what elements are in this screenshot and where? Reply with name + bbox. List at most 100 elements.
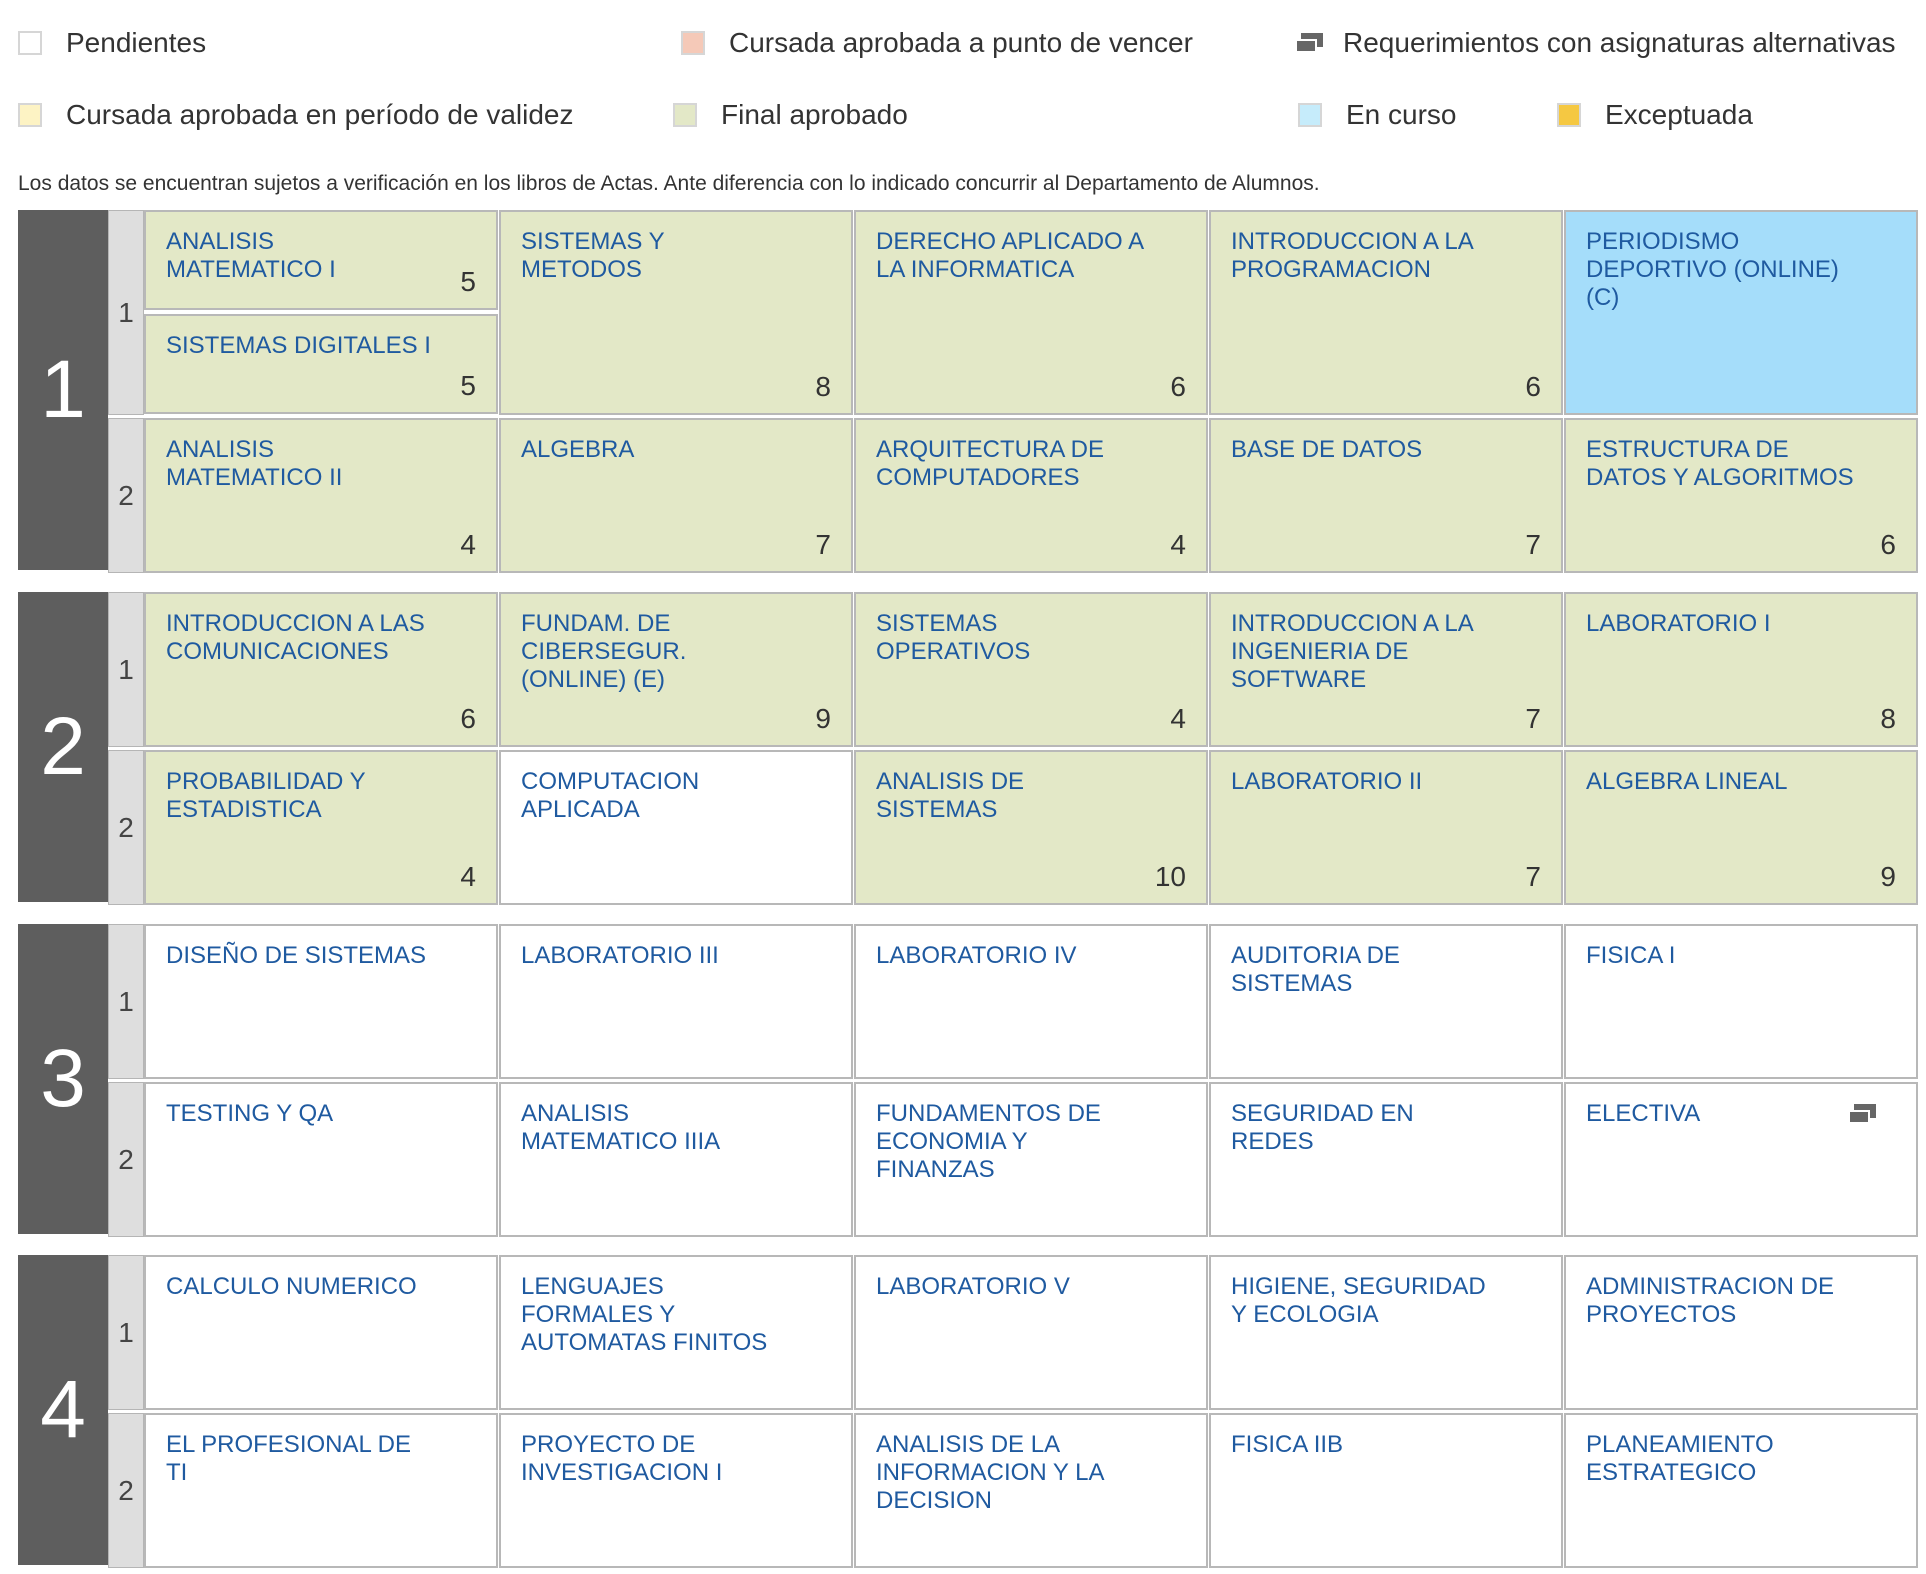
legend-label: Pendientes — [66, 27, 207, 58]
subject-cell[interactable]: FUNDAM. DE CIBERSEGUR. (ONLINE) (E) 9 — [499, 592, 853, 747]
subject-name: ADMINISTRACION DE PROYECTOS — [1586, 1273, 1835, 1328]
subject-name: FUNDAM. DE CIBERSEGUR. (ONLINE) (E) — [521, 610, 687, 693]
subject-name: SEGURIDAD EN REDES — [1231, 1100, 1414, 1155]
subject-cell[interactable]: PLANEAMIENTO ESTRATEGICO — [1564, 1413, 1918, 1568]
swatch-expiring — [681, 31, 705, 55]
subject-credits: 7 — [1525, 529, 1541, 560]
subject-cell[interactable]: ANALISIS MATEMATICO I 5 — [144, 210, 498, 310]
subject-cell[interactable]: ANALISIS DE SISTEMAS 10 — [854, 750, 1208, 905]
disclaimer-text: Los datos se encuentran sujetos a verifi… — [18, 172, 1320, 195]
subject-cell[interactable]: DISEÑO DE SISTEMAS — [144, 924, 498, 1079]
subject-name: EL PROFESIONAL DE TI — [166, 1431, 411, 1486]
legend-expiring: Cursada aprobada a punto de vencer — [681, 23, 1193, 63]
semester-row: 2 ANALISIS MATEMATICO II 4 ALGEBRA 7 ARQUITEC… — [108, 418, 1919, 573]
legend-alternatives: Requerimientos con asignaturas alternati… — [1295, 23, 1896, 63]
subject-cell[interactable]: SEGURIDAD EN REDES — [1209, 1082, 1563, 1237]
subject-cell[interactable]: ADMINISTRACION DE PROYECTOS — [1564, 1255, 1918, 1410]
subject-cell[interactable]: SISTEMAS DIGITALES I 5 — [144, 314, 498, 414]
legend-valid: Cursada aprobada en período de validez — [18, 95, 573, 135]
subject-cell[interactable]: DERECHO APLICADO A LA INFORMATICA 6 — [854, 210, 1208, 415]
subject-cell[interactable]: CALCULO NUMERICO — [144, 1255, 498, 1410]
subject-name: ANALISIS DE SISTEMAS — [876, 768, 1025, 823]
subject-cell[interactable]: ANALISIS MATEMATICO IIIA — [499, 1082, 853, 1237]
subject-cell[interactable]: ESTRUCTURA DE DATOS Y ALGORITMOS 6 — [1564, 418, 1918, 573]
subject-name: ESTRUCTURA DE DATOS Y ALGORITMOS — [1586, 436, 1854, 491]
subject-credits: 5 — [460, 266, 476, 297]
subject-name: LENGUAJES FORMALES Y AUTOMATAS FINITOS — [521, 1273, 768, 1356]
subject-cell[interactable]: FUNDAMENTOS DE ECONOMIA Y FINANZAS — [854, 1082, 1208, 1237]
subject-cell[interactable]: HIGIENE, SEGURIDAD Y ECOLOGIA — [1209, 1255, 1563, 1410]
swatch-pending — [18, 31, 42, 55]
subject-cell[interactable]: FISICA IIB — [1209, 1413, 1563, 1568]
semester-row: 1 ANALISIS MATEMATICO I 5 SISTEMAS DIGITALE… — [108, 210, 1919, 415]
subject-cell[interactable]: LABORATORIO III — [499, 924, 853, 1079]
subject-name: ALGEBRA — [521, 436, 635, 463]
subject-name: LABORATORIO I — [1586, 610, 1771, 637]
subject-credits: 9 — [1880, 861, 1896, 892]
subject-cell[interactable]: LENGUAJES FORMALES Y AUTOMATAS FINITOS — [499, 1255, 853, 1410]
subject-name: FISICA IIB — [1231, 1431, 1344, 1458]
legend-excepted: Exceptuada — [1557, 95, 1753, 135]
subject-cell[interactable]: AUDITORIA DE SISTEMAS — [1209, 924, 1563, 1079]
subject-cell[interactable]: INTRODUCCION A LAS COMUNICACIONES 6 — [144, 592, 498, 747]
semester-row: 1 INTRODUCCION A LAS COMUNICACIONES 6 FUNDA… — [108, 592, 1919, 747]
subject-cell[interactable]: ANALISIS DE LA INFORMACION Y LA DECISION — [854, 1413, 1208, 1568]
subject-cell[interactable]: LABORATORIO II 7 — [1209, 750, 1563, 905]
subject-cell[interactable]: INTRODUCCION A LA INGENIERIA DE SOFTWARE… — [1209, 592, 1563, 747]
subject-name: TESTING Y QA — [166, 1100, 334, 1127]
subject-credits: 4 — [1170, 529, 1186, 560]
subject-cell[interactable]: SISTEMAS OPERATIVOS 4 — [854, 592, 1208, 747]
subject-cell[interactable]: LABORATORIO I 8 — [1564, 592, 1918, 747]
subject-cell[interactable]: BASE DE DATOS 7 — [1209, 418, 1563, 573]
subject-cell[interactable]: EL PROFESIONAL DE TI — [144, 1413, 498, 1568]
subject-cell[interactable]: ELECTIVA — [1564, 1082, 1918, 1237]
semester-number: 1 — [108, 592, 144, 747]
subject-cell[interactable]: ANALISIS MATEMATICO II 4 — [144, 418, 498, 573]
subject-cell[interactable]: LABORATORIO IV — [854, 924, 1208, 1079]
alternatives-icon — [1295, 33, 1323, 53]
legend-label: Cursada aprobada a punto de vencer — [729, 27, 1193, 58]
year-block: 3 1 DISEÑO DE SISTEMAS LABORATORIO III LABOR… — [18, 924, 1919, 1237]
subject-name: FUNDAMENTOS DE ECONOMIA Y FINANZAS — [876, 1100, 1101, 1183]
subject-cell[interactable]: PERIODISMO DEPORTIVO (ONLINE) (C) — [1564, 210, 1918, 415]
subject-name: PROBABILIDAD Y ESTADISTICA — [166, 768, 366, 823]
swatch-excepted — [1557, 103, 1581, 127]
subject-cell[interactable]: TESTING Y QA — [144, 1082, 498, 1237]
legend-label: Final aprobado — [721, 99, 908, 130]
subject-name: HIGIENE, SEGURIDAD Y ECOLOGIA — [1231, 1273, 1486, 1328]
subject-credits: 4 — [460, 861, 476, 892]
swatch-final — [673, 103, 697, 127]
subject-name: PLANEAMIENTO ESTRATEGICO — [1586, 1431, 1774, 1486]
subject-cell[interactable]: INTRODUCCION A LA PROGRAMACION 6 — [1209, 210, 1563, 415]
subject-name: INTRODUCCION A LA PROGRAMACION — [1231, 228, 1473, 283]
subject-cell[interactable]: ARQUITECTURA DE COMPUTADORES 4 — [854, 418, 1208, 573]
subject-cell[interactable]: LABORATORIO V — [854, 1255, 1208, 1410]
subject-name: SISTEMAS DIGITALES I — [166, 332, 431, 359]
subject-cell[interactable]: PROYECTO DE INVESTIGACION I — [499, 1413, 853, 1568]
subject-credits: 6 — [1525, 371, 1541, 402]
subject-credits: 7 — [1525, 703, 1541, 734]
subject-cell[interactable]: COMPUTACION APLICADA — [499, 750, 853, 905]
subject-name: INTRODUCCION A LAS COMUNICACIONES — [166, 610, 425, 665]
subject-cell[interactable]: ALGEBRA LINEAL 9 — [1564, 750, 1918, 905]
year-number: 2 — [18, 592, 108, 902]
semester-row: 2 PROBABILIDAD Y ESTADISTICA 4 COMPUTACION … — [108, 750, 1919, 905]
subject-name: LABORATORIO II — [1231, 768, 1423, 795]
year-block: 1 1 ANALISIS MATEMATICO I 5 SISTEMAS DIGITAL… — [18, 210, 1919, 573]
subject-cell[interactable]: SISTEMAS Y METODOS 8 — [499, 210, 853, 415]
subject-cell[interactable]: FISICA I — [1564, 924, 1918, 1079]
subject-name: LABORATORIO IV — [876, 942, 1077, 969]
subject-name: DERECHO APLICADO A LA INFORMATICA — [876, 228, 1143, 283]
subject-cell[interactable]: PROBABILIDAD Y ESTADISTICA 4 — [144, 750, 498, 905]
semester-number: 1 — [108, 210, 144, 415]
alternatives-icon[interactable] — [1848, 1104, 1876, 1124]
year-number: 3 — [18, 924, 108, 1234]
subject-credits: 4 — [460, 529, 476, 560]
legend-final: Final aprobado — [673, 95, 908, 135]
subject-name: ARQUITECTURA DE COMPUTADORES — [876, 436, 1105, 491]
subject-name: PERIODISMO DEPORTIVO (ONLINE) (C) — [1586, 228, 1839, 311]
subject-name: ANALISIS MATEMATICO I — [166, 228, 336, 283]
subject-cell[interactable]: ALGEBRA 7 — [499, 418, 853, 573]
semester-number: 2 — [108, 1082, 144, 1237]
legend-pending: Pendientes — [18, 23, 206, 63]
